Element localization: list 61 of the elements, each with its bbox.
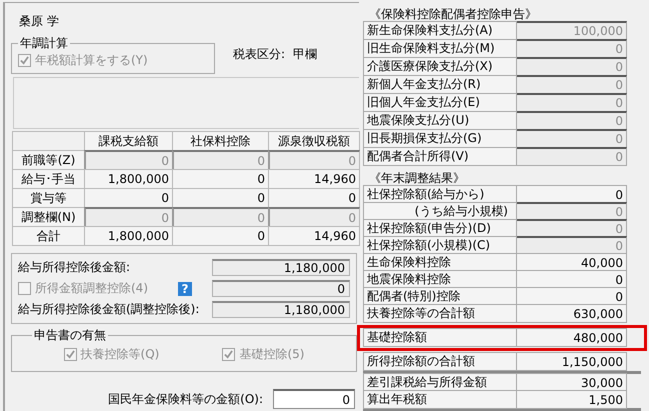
value-field: 0 <box>517 111 627 130</box>
column-header: 源泉徴収税額 <box>268 131 360 151</box>
row-header: 給与･手当 <box>12 169 85 189</box>
pension-input[interactable]: 0 <box>273 389 355 409</box>
value-field: 100,000 <box>517 21 627 40</box>
value-field: 0 <box>517 39 627 58</box>
readonly-field: 1,180,000 <box>212 259 350 276</box>
row-label: 配偶者合計所得(V) <box>363 147 517 166</box>
field-label: 給与所得控除後金額(調整控除後): <box>18 301 200 318</box>
row-label: 新生命保険料支払分(A) <box>363 21 517 40</box>
table-cell: 0 <box>172 150 269 170</box>
row-label: 介護医療保険支払分(X) <box>363 57 517 76</box>
table-cell: 0 <box>172 226 269 246</box>
table-cell: 0 <box>84 207 173 227</box>
row-header: 合計 <box>12 226 85 246</box>
table-cell: 1,800,000 <box>84 226 173 246</box>
row-label: 所得控除額の合計額 <box>363 352 517 371</box>
table-cell: 0 <box>268 207 360 227</box>
readonly-field: 1,180,000 <box>212 301 350 318</box>
table-cell: 0 <box>172 169 269 189</box>
table-cell: 1,800,000 <box>84 169 173 189</box>
group-title: 年調計算 <box>19 35 69 52</box>
row-label: 新個人年金支払分(R) <box>363 75 517 94</box>
value-field: 0 <box>517 129 627 148</box>
employee-name: 桑原 学 <box>18 13 60 30</box>
field-label: 給与所得控除後金額: <box>18 259 132 276</box>
table-cell: 0 <box>172 207 269 227</box>
section-title: 《年末調整結果》 <box>368 170 466 186</box>
value-field: 1,150,000 <box>517 352 627 371</box>
section-title: 《保険料控除配偶者控除申告》 <box>368 6 538 22</box>
row-label: 扶養控除等の合計額 <box>363 304 517 323</box>
tax-table-label: 税表区分: <box>233 46 286 63</box>
value-field: 0 <box>517 75 627 94</box>
pension-label: 国民年金保険料等の金額(O): <box>108 390 263 408</box>
row-label: 旧個人年金支払分(E) <box>363 93 517 112</box>
column-header: 課税支給額 <box>84 131 173 151</box>
table-cell: 0 <box>268 150 360 170</box>
value-field: 0 <box>517 57 627 76</box>
table-cell: 0 <box>172 188 269 208</box>
table-cell: 0 <box>84 150 173 170</box>
table-cell: 0 <box>84 188 173 208</box>
table-cell: 14,960 <box>268 169 360 189</box>
row-label: 算出年税額 <box>363 390 517 409</box>
group-title: 申告書の有無 <box>33 327 107 344</box>
row-label: 旧長期損保支払分(G) <box>363 129 517 148</box>
row-label: 地震保険支払分(U) <box>363 111 517 130</box>
row-label: 基礎控除額 <box>363 328 517 347</box>
column-header: 社保料控除 <box>172 131 269 151</box>
value-field: 0 <box>517 147 627 166</box>
value-field: 630,000 <box>517 304 627 323</box>
readonly-field: 0 <box>212 280 350 297</box>
tax-table-value: 甲欄 <box>293 46 318 63</box>
table-cell: 14,960 <box>268 226 360 246</box>
row-header: 前職等(Z) <box>12 150 85 170</box>
value-field: 480,000 <box>517 328 627 347</box>
value-field: 0 <box>517 93 627 112</box>
row-label: 旧生命保険料支払分(M) <box>363 39 517 58</box>
row-header: 調整欄(N) <box>12 207 85 227</box>
row-header: 賞与等 <box>12 188 85 208</box>
value-field: 1,500 <box>517 390 627 409</box>
table-cell: 0 <box>268 188 360 208</box>
